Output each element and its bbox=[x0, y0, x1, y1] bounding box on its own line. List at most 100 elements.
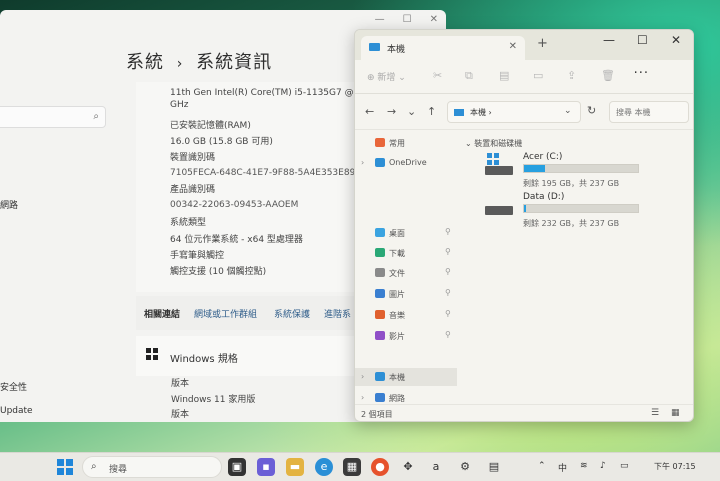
recent-locations-icon[interactable]: ⌄ bbox=[407, 105, 416, 118]
volume-icon[interactable]: ♪ bbox=[600, 461, 606, 471]
nav-item-3[interactable]: 下載 ⚲ bbox=[355, 244, 457, 262]
document-icon bbox=[375, 268, 385, 277]
link-domain-workgroup[interactable]: 網域或工作群組 bbox=[194, 307, 257, 320]
windows-spec-label: Windows 規格 bbox=[170, 354, 238, 365]
spec-processor-cont: GHz bbox=[170, 100, 189, 110]
more-options-icon[interactable]: ··· bbox=[634, 66, 649, 81]
pc-app-icon[interactable]: ▤ bbox=[485, 458, 503, 476]
share-icon[interactable]: ⇪ bbox=[567, 69, 576, 82]
breadcrumb: 系統 › 系統資訊 bbox=[126, 48, 272, 74]
close-tab-icon[interactable]: ✕ bbox=[509, 41, 517, 52]
nav-item-label: OneDrive bbox=[389, 158, 427, 167]
video-icon bbox=[375, 331, 385, 340]
forward-icon[interactable]: → bbox=[387, 105, 396, 118]
new-button[interactable]: ⊕ 新增 ⌄ bbox=[367, 70, 406, 83]
new-button-label: 新增 bbox=[377, 73, 396, 83]
chevron-right-icon[interactable]: › bbox=[361, 372, 364, 381]
show-hidden-icons[interactable]: ⌃ bbox=[538, 461, 546, 471]
address-bar[interactable]: 本機 › bbox=[447, 101, 581, 123]
search-input[interactable]: 搜尋 本機 bbox=[609, 101, 689, 123]
sidebar-item-update[interactable]: Update bbox=[0, 406, 33, 416]
link-advanced-system[interactable]: 進階系 bbox=[324, 307, 351, 320]
breadcrumb-parent[interactable]: 系統 bbox=[126, 52, 164, 73]
nav-item-4[interactable]: 文件 ⚲ bbox=[355, 264, 457, 282]
this-pc-icon bbox=[454, 109, 464, 116]
nav-item-0[interactable]: 常用 bbox=[355, 134, 457, 152]
chat-icon[interactable]: ▪ bbox=[257, 458, 275, 476]
music-icon bbox=[375, 310, 385, 319]
nav-item-2[interactable]: 桌面 ⚲ bbox=[355, 224, 457, 242]
new-tab-button[interactable]: + bbox=[537, 36, 548, 51]
up-icon[interactable]: ↑ bbox=[427, 105, 436, 118]
edge-icon[interactable]: e bbox=[315, 458, 333, 476]
maximize-icon[interactable]: ☐ bbox=[403, 14, 412, 25]
dropbox-icon[interactable]: ✥ bbox=[399, 458, 417, 476]
nav-item-1[interactable]: › OneDrive bbox=[355, 154, 457, 172]
drive-usage-bar bbox=[523, 204, 639, 213]
nav-item-label: 桌面 bbox=[389, 229, 405, 238]
spec-processor: 11th Gen Intel(R) Core(TM) i5-1135G7 @ 2… bbox=[170, 88, 384, 98]
pin-icon: ⚲ bbox=[445, 227, 451, 236]
section-devices-drives[interactable]: ⌄ 裝置和磁碟機 bbox=[465, 138, 522, 149]
tab-this-pc[interactable]: 本機 ✕ bbox=[361, 36, 525, 60]
close-icon[interactable]: ✕ bbox=[430, 14, 438, 25]
item-count: 2 個項目 bbox=[361, 410, 393, 419]
drive-item[interactable]: Acer (C:) 剩餘 195 GB，共 237 GB bbox=[485, 152, 645, 192]
nav-item-label: 文件 bbox=[389, 269, 405, 278]
spec-label-product-id: 產品識別碼 bbox=[170, 185, 216, 195]
sidebar-item-security[interactable]: 安全性 bbox=[0, 380, 27, 393]
close-icon[interactable]: ✕ bbox=[671, 33, 681, 47]
spec-label-pen-touch: 手寫筆與觸控 bbox=[170, 251, 225, 261]
settings-gear-icon[interactable]: ⚙ bbox=[456, 458, 474, 476]
related-links-label: 相關連結 bbox=[144, 310, 181, 320]
wifi-icon[interactable]: ≋ bbox=[580, 461, 588, 471]
explorer-titlebar[interactable]: 本機 ✕ + — ☐ ✕ bbox=[355, 30, 693, 60]
drive-usage-fill bbox=[524, 205, 527, 212]
drive-item[interactable]: Data (D:) 剩餘 232 GB，共 237 GB bbox=[485, 192, 645, 232]
drive-free-space: 剩餘 195 GB，共 237 GB bbox=[523, 179, 620, 188]
refresh-icon[interactable]: ↻ bbox=[587, 104, 596, 117]
drive-icon bbox=[485, 166, 513, 175]
taskbar-search[interactable]: ⌕ 搜尋 bbox=[82, 456, 222, 478]
chevron-right-icon[interactable]: › bbox=[361, 393, 364, 402]
delete-icon[interactable]: 🗑 bbox=[601, 69, 615, 82]
clock[interactable]: 下午 07:15 bbox=[654, 461, 696, 472]
minimize-icon[interactable]: — bbox=[375, 14, 385, 25]
start-button[interactable] bbox=[56, 458, 74, 476]
address-dropdown-icon[interactable]: ⌄ bbox=[564, 106, 572, 116]
chevron-right-icon[interactable]: › bbox=[361, 158, 364, 167]
battery-icon[interactable]: ▭ bbox=[620, 461, 629, 471]
copy-icon[interactable]: ⧉ bbox=[465, 69, 473, 83]
tab-title: 本機 bbox=[387, 45, 406, 55]
taskbar: ⌕ 搜尋 ▣ ▪ ▬ e ▦ ● ✥ a ⚙ ▤ ⌃ 中 ≋ ♪ ▭ 下午 07… bbox=[0, 452, 720, 481]
nav-item-7[interactable]: 影片 ⚲ bbox=[355, 327, 457, 345]
task-view-icon[interactable]: ▣ bbox=[228, 458, 246, 476]
pin-icon: ⚲ bbox=[445, 267, 451, 276]
sidebar-item-network[interactable]: 網路 bbox=[0, 198, 18, 211]
link-system-protection[interactable]: 系統保護 bbox=[274, 307, 310, 320]
nav-item-5[interactable]: 圖片 ⚲ bbox=[355, 285, 457, 303]
file-explorer-icon[interactable]: ▬ bbox=[286, 458, 304, 476]
content-pane: ⌄ 裝置和磁碟機 Acer (C:) 剩餘 195 GB，共 237 GB Data… bbox=[465, 130, 693, 404]
back-icon[interactable]: ← bbox=[365, 105, 374, 118]
search-icon: ⌕ bbox=[93, 111, 99, 122]
paste-icon[interactable]: ▤ bbox=[499, 69, 509, 82]
amazon-icon[interactable]: a bbox=[427, 458, 445, 476]
cut-icon[interactable]: ✂ bbox=[433, 69, 442, 82]
spec-edition: Windows 11 家用版 bbox=[171, 395, 256, 405]
tiles-view-icon[interactable]: ▦ bbox=[671, 408, 680, 418]
settings-caption-buttons: — ☐ ✕ bbox=[375, 14, 438, 25]
input-language[interactable]: 中 bbox=[558, 461, 567, 474]
nav-item-label: 音樂 bbox=[389, 311, 405, 320]
rename-icon[interactable]: ▭ bbox=[533, 69, 543, 82]
settings-search-input[interactable]: ⌕ bbox=[0, 106, 106, 128]
page-title: 系統資訊 bbox=[196, 52, 273, 73]
nav-item-6[interactable]: 音樂 ⚲ bbox=[355, 306, 457, 324]
nav-item-label: 常用 bbox=[389, 139, 405, 148]
nav-item-8[interactable]: › 本機 bbox=[355, 368, 457, 386]
maximize-icon[interactable]: ☐ bbox=[637, 33, 648, 47]
details-view-icon[interactable]: ☰ bbox=[651, 408, 659, 418]
minimize-icon[interactable]: — bbox=[603, 33, 615, 47]
firefox-icon[interactable]: ● bbox=[371, 458, 389, 476]
store-icon[interactable]: ▦ bbox=[343, 458, 361, 476]
